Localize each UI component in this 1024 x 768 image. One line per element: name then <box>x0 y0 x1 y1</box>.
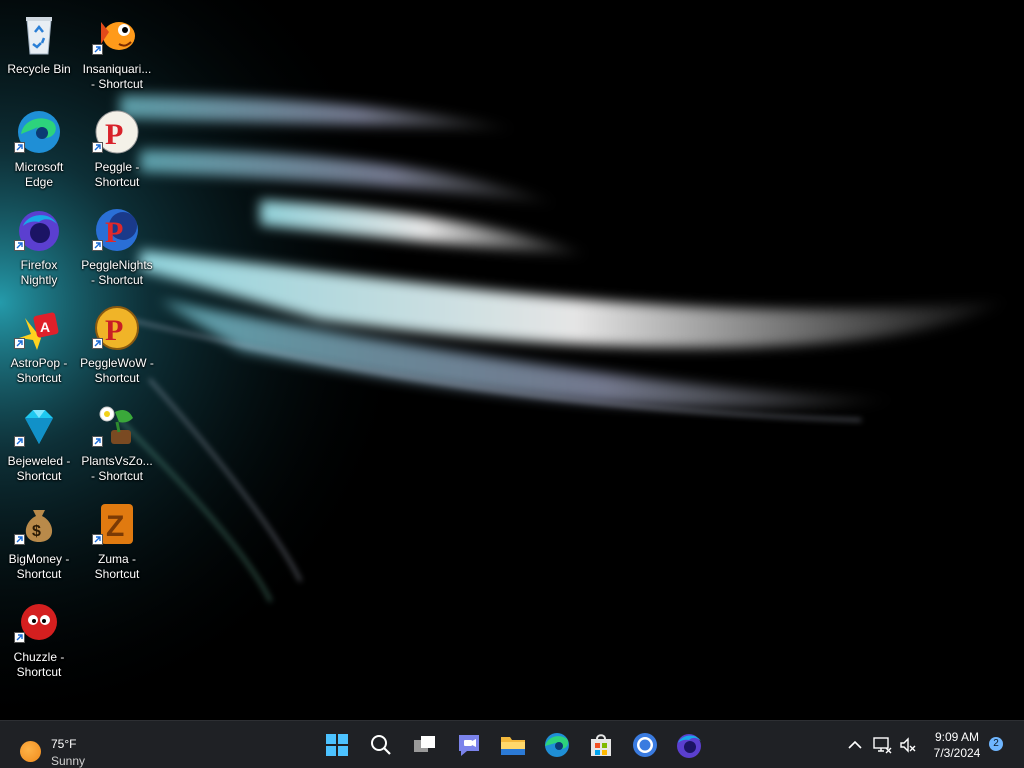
desktop-icon-label: Chuzzle - Shortcut <box>13 650 65 679</box>
svg-text:P: P <box>105 314 123 347</box>
desktop-icon-peggle-wow[interactable]: P PeggleWoW - Shortcut <box>78 300 156 392</box>
svg-text:A: A <box>40 319 50 335</box>
chrome-icon <box>633 733 657 757</box>
desktop-icon-label: PlantsVsZo... - Shortcut <box>81 454 153 483</box>
desktop-icon-bejeweled[interactable]: Bejeweled - Shortcut <box>0 398 78 490</box>
taskbar: 75°F Sunny 9:09 AM 7/3/2024 2 <box>0 720 1024 768</box>
clock-time: 9:09 AM <box>934 730 980 744</box>
desktop-icon-insaniquarium[interactable]: Insaniquari... - Shortcut <box>78 6 156 98</box>
desktop-icon-label: Firefox Nightly <box>20 258 58 287</box>
shortcut-arrow-icon <box>92 142 103 153</box>
desktop-icon-grid: Recycle Bin Microsoft Edge Firefox Night… <box>0 0 160 720</box>
desktop-icon-plants-vs-zombies[interactable]: PlantsVsZo... - Shortcut <box>78 398 156 490</box>
desktop-icon-astropop[interactable]: A AstroPop - Shortcut <box>0 300 78 392</box>
desktop-icon-label: AstroPop - Shortcut <box>10 356 68 385</box>
desktop-icon-label: PeggleWoW - Shortcut <box>80 356 154 385</box>
network-button[interactable] <box>872 735 892 755</box>
task-view-icon <box>414 736 435 752</box>
desktop-icon-label: Recycle Bin <box>7 62 71 76</box>
desktop-icon-label: Zuma - Shortcut <box>94 552 140 581</box>
desktop-icon-label: PeggleNights - Shortcut <box>81 258 153 287</box>
windows-start-icon <box>326 734 348 756</box>
desktop-icon-recycle-bin[interactable]: Recycle Bin <box>0 6 78 98</box>
shortcut-arrow-icon <box>92 436 103 447</box>
weather-widget[interactable]: 75°F Sunny <box>20 729 110 768</box>
teams-chat-icon <box>459 735 479 756</box>
edge-taskbar-button[interactable] <box>541 729 573 761</box>
shortcut-arrow-icon <box>14 436 25 447</box>
weather-temperature: 75°F <box>51 737 77 751</box>
desktop-icon-label: Bejeweled - Shortcut <box>7 454 71 483</box>
desktop-icon-label: Peggle - Shortcut <box>94 160 140 189</box>
edge-icon <box>545 733 569 757</box>
shortcut-arrow-icon <box>14 142 25 153</box>
shortcut-arrow-icon <box>14 338 25 349</box>
store-icon <box>591 734 611 756</box>
chat-button[interactable] <box>453 729 485 761</box>
svg-text:Z: Z <box>106 510 124 543</box>
svg-text:$: $ <box>32 523 41 540</box>
svg-text:P: P <box>105 216 123 249</box>
shortcut-arrow-icon <box>92 338 103 349</box>
clock-date: 7/3/2024 <box>933 746 981 760</box>
store-button[interactable] <box>585 729 617 761</box>
desktop-icon-chuzzle[interactable]: Chuzzle - Shortcut <box>0 594 78 686</box>
desktop-icon-label: BigMoney - Shortcut <box>8 552 70 581</box>
shortcut-arrow-icon <box>14 632 25 643</box>
shortcut-arrow-icon <box>92 240 103 251</box>
weather-condition: Sunny <box>51 754 86 768</box>
task-view-button[interactable] <box>409 729 441 761</box>
firefox-nightly-icon <box>677 734 701 758</box>
sun-icon <box>20 741 41 762</box>
desktop-icon-zuma[interactable]: Z Zuma - Shortcut <box>78 496 156 588</box>
search-button[interactable] <box>365 729 397 761</box>
clock[interactable]: 9:09 AM 7/3/2024 <box>926 729 988 761</box>
svg-text:P: P <box>105 118 123 151</box>
file-explorer-icon <box>501 737 525 755</box>
desktop-icon-peggle-nights[interactable]: P PeggleNights - Shortcut <box>78 202 156 294</box>
show-hidden-icons-button[interactable] <box>845 735 865 755</box>
search-icon <box>371 735 391 755</box>
desktop-icon-bigmoney[interactable]: $ BigMoney - Shortcut <box>0 496 78 588</box>
desktop-icon-label: Microsoft Edge <box>14 160 64 189</box>
volume-muted-icon <box>900 737 916 753</box>
desktop-icon-label: Insaniquari... - Shortcut <box>82 62 152 91</box>
chrome-button[interactable] <box>629 729 661 761</box>
desktop[interactable]: Recycle Bin Microsoft Edge Firefox Night… <box>0 0 1024 720</box>
chevron-up-icon <box>848 740 862 749</box>
network-disconnected-icon <box>873 737 892 754</box>
recycle-bin-icon <box>15 10 63 58</box>
firefox-nightly-taskbar-button[interactable] <box>673 729 705 761</box>
start-button[interactable] <box>321 729 353 761</box>
shortcut-arrow-icon <box>14 534 25 545</box>
shortcut-arrow-icon <box>92 534 103 545</box>
shortcut-arrow-icon <box>92 44 103 55</box>
file-explorer-button[interactable] <box>497 729 529 761</box>
shortcut-arrow-icon <box>14 240 25 251</box>
notification-badge[interactable]: 2 <box>989 737 1003 751</box>
desktop-icon-firefox-nightly[interactable]: Firefox Nightly <box>0 202 78 294</box>
desktop-icon-microsoft-edge[interactable]: Microsoft Edge <box>0 104 78 196</box>
volume-button[interactable] <box>898 735 918 755</box>
desktop-icon-peggle[interactable]: P Peggle - Shortcut <box>78 104 156 196</box>
